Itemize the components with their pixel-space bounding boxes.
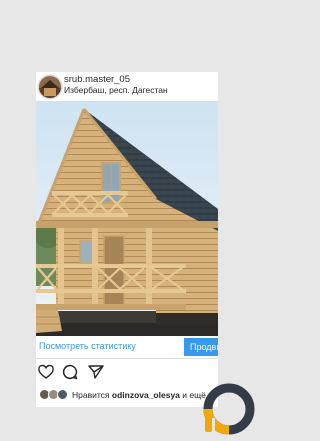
- liker-avatar: [57, 389, 68, 400]
- heart-icon[interactable]: [38, 364, 54, 380]
- location[interactable]: Избербаш, респ. Дагестан: [64, 85, 168, 95]
- likes-prefix: Нравится: [72, 390, 112, 400]
- post-header: srub.master_05 Избербаш, респ. Дагестан: [36, 72, 218, 102]
- likes-text[interactable]: Нравится odinzova_olesya и ещё: [72, 390, 206, 400]
- liker-username[interactable]: odinzova_olesya: [112, 390, 180, 400]
- promote-button[interactable]: Продвигать: [184, 338, 218, 356]
- view-insights-link[interactable]: Посмотреть статистику: [39, 341, 136, 351]
- likes-suffix: и ещё: [179, 390, 206, 400]
- brand-logo: [203, 382, 255, 436]
- username[interactable]: srub.master_05: [64, 74, 130, 85]
- post-photo[interactable]: [36, 101, 218, 337]
- likes-row: Нравится odinzova_olesya и ещё: [36, 387, 218, 403]
- promotion-bar: Посмотреть статистику Продвигать: [36, 336, 218, 359]
- comment-icon[interactable]: [62, 364, 78, 380]
- avatar[interactable]: [39, 76, 61, 98]
- paper-plane-icon[interactable]: [88, 364, 104, 380]
- action-bar: [36, 364, 218, 382]
- post-card: srub.master_05 Избербаш, респ. Дагестан: [36, 72, 218, 407]
